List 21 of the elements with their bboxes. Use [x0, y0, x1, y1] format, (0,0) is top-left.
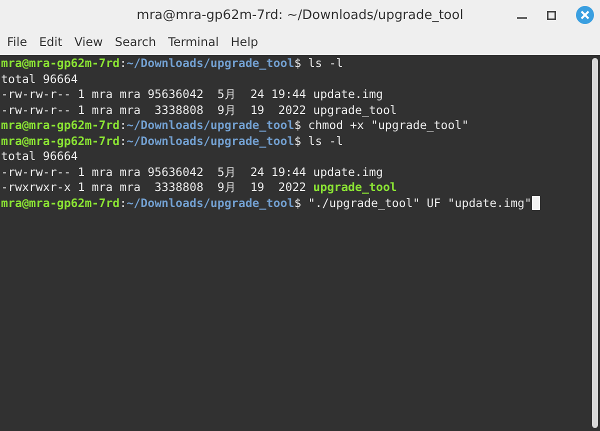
- menu-item[interactable]: Edit: [34, 33, 68, 51]
- terminal-line: total 96664: [1, 72, 78, 87]
- menu-item[interactable]: Terminal: [163, 33, 224, 51]
- maximize-icon[interactable]: [547, 10, 556, 20]
- terminal-line: total 96664: [1, 149, 78, 164]
- menu-item[interactable]: View: [69, 33, 108, 51]
- menu-item[interactable]: File: [2, 33, 32, 51]
- terminal-line: -rw-rw-r-- 1 mra mra 95636042 5月 24 19:44 update.img: [1, 164, 383, 180]
- terminal-line: mra@mra-gp62m-7rd:~/Downloads/upgrade_tool$ "./upgrade_tool" UF "update.img": [1, 196, 532, 211]
- close-icon[interactable]: [576, 6, 594, 24]
- window-title: mra@mra-gp62m-7rd: ~/Downloads/upgrade_tool: [136, 8, 464, 22]
- terminal-line: -rwxrwxr-x 1 mra mra 3338808 9月 19 2022 upgrade_tool: [1, 180, 397, 196]
- terminal-line: mra@mra-gp62m-7rd:~/Downloads/upgrade_tool$ chmod +x "upgrade_tool": [1, 118, 469, 134]
- minimize-icon[interactable]: [517, 16, 527, 20]
- scrollbar[interactable]: [592, 58, 598, 428]
- menu-item[interactable]: Search: [110, 33, 162, 51]
- terminal-line: mra@mra-gp62m-7rd:~/Downloads/upgrade_tool$ ls -l: [1, 134, 344, 149]
- menu-item[interactable]: Help: [226, 33, 264, 51]
- terminal-line: mra@mra-gp62m-7rd:~/Downloads/upgrade_tool$ ls -l: [1, 56, 344, 72]
- terminal-line: -rw-rw-r-- 1 mra mra 3338808 9月 19 2022 upgrade_tool: [1, 102, 397, 118]
- terminal-line: -rw-rw-r-- 1 mra mra 95636042 5月 24 19:44 update.img: [1, 87, 383, 102]
